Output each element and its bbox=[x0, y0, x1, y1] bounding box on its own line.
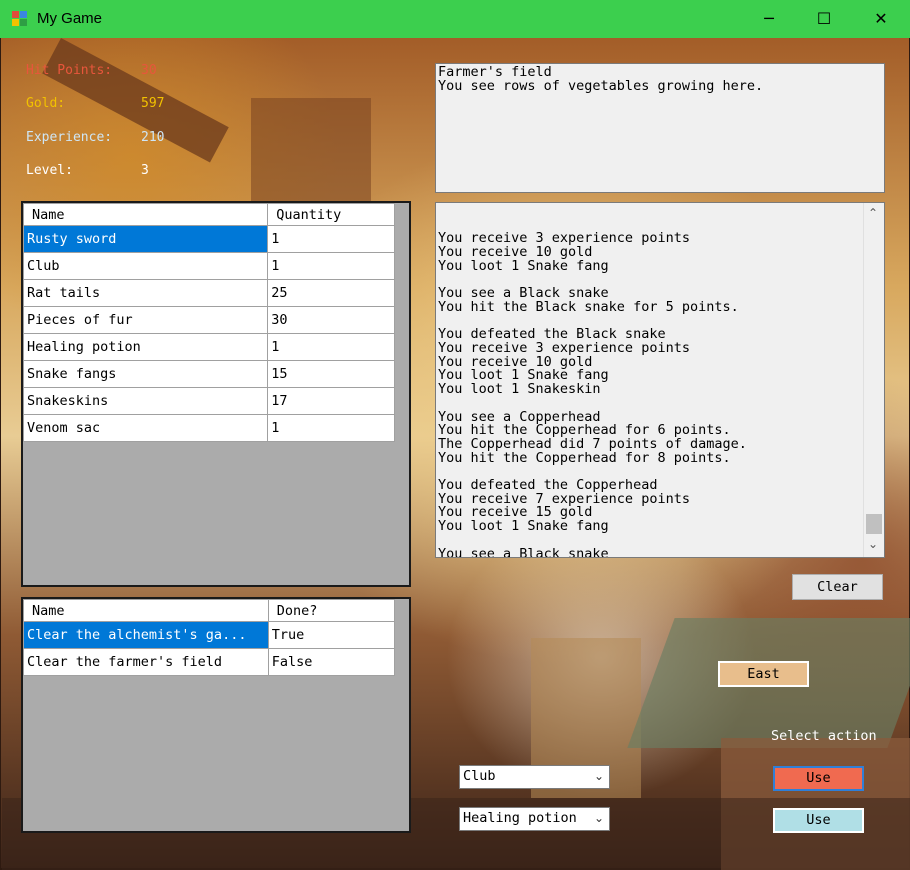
weapon-combo[interactable]: Club ⌄ bbox=[459, 765, 610, 789]
item-quantity-cell[interactable]: 30 bbox=[267, 306, 395, 334]
use-weapon-button[interactable]: Use bbox=[773, 766, 864, 791]
item-name-cell[interactable]: Rusty sword bbox=[23, 225, 269, 253]
quests-grid[interactable]: Name Done? Clear the alchemist's ga... Tr… bbox=[21, 597, 411, 833]
quest-name-cell[interactable]: Clear the farmer's field bbox=[23, 648, 269, 676]
experience-value: 210 bbox=[141, 130, 165, 145]
table-row[interactable]: Pieces of fur 30 bbox=[23, 306, 395, 334]
item-quantity-cell[interactable]: 1 bbox=[267, 333, 395, 361]
item-quantity-cell[interactable]: 15 bbox=[267, 360, 395, 388]
item-quantity-cell[interactable]: 1 bbox=[267, 225, 395, 253]
hit-points-label: Hit Points: bbox=[26, 63, 113, 78]
use-potion-button[interactable]: Use bbox=[773, 808, 864, 833]
title-bar[interactable]: My Game ─ ☐ ✕ bbox=[0, 0, 910, 38]
inventory-header-row: Name Quantity bbox=[23, 203, 395, 226]
chevron-down-icon: ⌄ bbox=[593, 811, 604, 825]
quests-header-row: Name Done? bbox=[23, 599, 396, 622]
scroll-up-icon[interactable]: ⌃ bbox=[868, 206, 878, 220]
select-action-label: Select action bbox=[771, 728, 877, 744]
clear-button[interactable]: Clear bbox=[792, 574, 883, 600]
table-row[interactable]: Club 1 bbox=[23, 252, 395, 280]
item-name-cell[interactable]: Healing potion bbox=[23, 333, 269, 361]
quest-done-cell[interactable]: True bbox=[267, 621, 396, 649]
chevron-down-icon: ⌄ bbox=[593, 769, 604, 783]
gold-value: 597 bbox=[141, 96, 165, 111]
table-row[interactable]: Clear the alchemist's ga... True bbox=[23, 621, 396, 649]
item-name-cell[interactable]: Venom sac bbox=[23, 414, 269, 442]
item-name-cell[interactable]: Club bbox=[23, 252, 269, 280]
experience-label: Experience: bbox=[26, 130, 113, 145]
inventory-grid[interactable]: Name Quantity Rusty sword 1 Club 1 Rat tai… bbox=[21, 201, 411, 587]
table-row[interactable]: Clear the farmer's field False bbox=[23, 648, 396, 676]
quest-done-cell[interactable]: False bbox=[267, 648, 396, 676]
quest-name-cell[interactable]: Clear the alchemist's ga... bbox=[23, 621, 269, 649]
column-header-name[interactable]: Name bbox=[23, 203, 269, 226]
item-quantity-cell[interactable]: 1 bbox=[267, 414, 395, 442]
east-button[interactable]: East bbox=[718, 661, 809, 687]
maximize-button[interactable]: ☐ bbox=[801, 0, 847, 38]
item-name-cell[interactable]: Pieces of fur bbox=[23, 306, 269, 334]
item-quantity-cell[interactable]: 17 bbox=[267, 387, 395, 415]
item-quantity-cell[interactable]: 1 bbox=[267, 252, 395, 280]
app-icon bbox=[12, 11, 28, 27]
level-label: Level: bbox=[26, 163, 73, 178]
close-button[interactable]: ✕ bbox=[858, 0, 904, 38]
potion-combo[interactable]: Healing potion ⌄ bbox=[459, 807, 610, 831]
gold-label: Gold: bbox=[26, 96, 66, 111]
messages-scrollbar[interactable]: ⌃ ⌄ bbox=[863, 203, 884, 557]
scroll-thumb[interactable] bbox=[866, 514, 882, 534]
table-row[interactable]: Rusty sword 1 bbox=[23, 225, 395, 253]
item-name-cell[interactable]: Snakeskins bbox=[23, 387, 269, 415]
inventory-table: Name Quantity Rusty sword 1 Club 1 Rat tai… bbox=[23, 203, 395, 442]
column-header-done[interactable]: Done? bbox=[267, 599, 396, 622]
minimize-button[interactable]: ─ bbox=[746, 0, 792, 38]
hit-points-value: 30 bbox=[141, 63, 157, 78]
item-name-cell[interactable]: Rat tails bbox=[23, 279, 269, 307]
scroll-down-icon[interactable]: ⌄ bbox=[868, 537, 878, 551]
item-quantity-cell[interactable]: 25 bbox=[267, 279, 395, 307]
table-row[interactable]: Venom sac 1 bbox=[23, 414, 395, 442]
game-window: My Game ─ ☐ ✕ Hit Points: 30 Gold: 597 E… bbox=[0, 0, 910, 870]
table-row[interactable]: Rat tails 25 bbox=[23, 279, 395, 307]
column-header-name[interactable]: Name bbox=[23, 599, 269, 622]
table-row[interactable]: Healing potion 1 bbox=[23, 333, 395, 361]
location-textbox[interactable]: Farmer's field You see rows of vegetable… bbox=[435, 63, 885, 193]
window-title: My Game bbox=[37, 10, 103, 27]
item-name-cell[interactable]: Snake fangs bbox=[23, 360, 269, 388]
table-row[interactable]: Snake fangs 15 bbox=[23, 360, 395, 388]
weapon-combo-value: Club bbox=[463, 768, 496, 784]
level-value: 3 bbox=[141, 163, 149, 178]
messages-text: You receive 3 experience points You rece… bbox=[438, 230, 747, 558]
column-header-quantity[interactable]: Quantity bbox=[267, 203, 395, 226]
potion-combo-value: Healing potion bbox=[463, 810, 577, 826]
quests-table: Name Done? Clear the alchemist's ga... Tr… bbox=[23, 599, 396, 676]
messages-textbox[interactable]: You receive 3 experience points You rece… bbox=[435, 202, 885, 558]
table-row[interactable]: Snakeskins 17 bbox=[23, 387, 395, 415]
